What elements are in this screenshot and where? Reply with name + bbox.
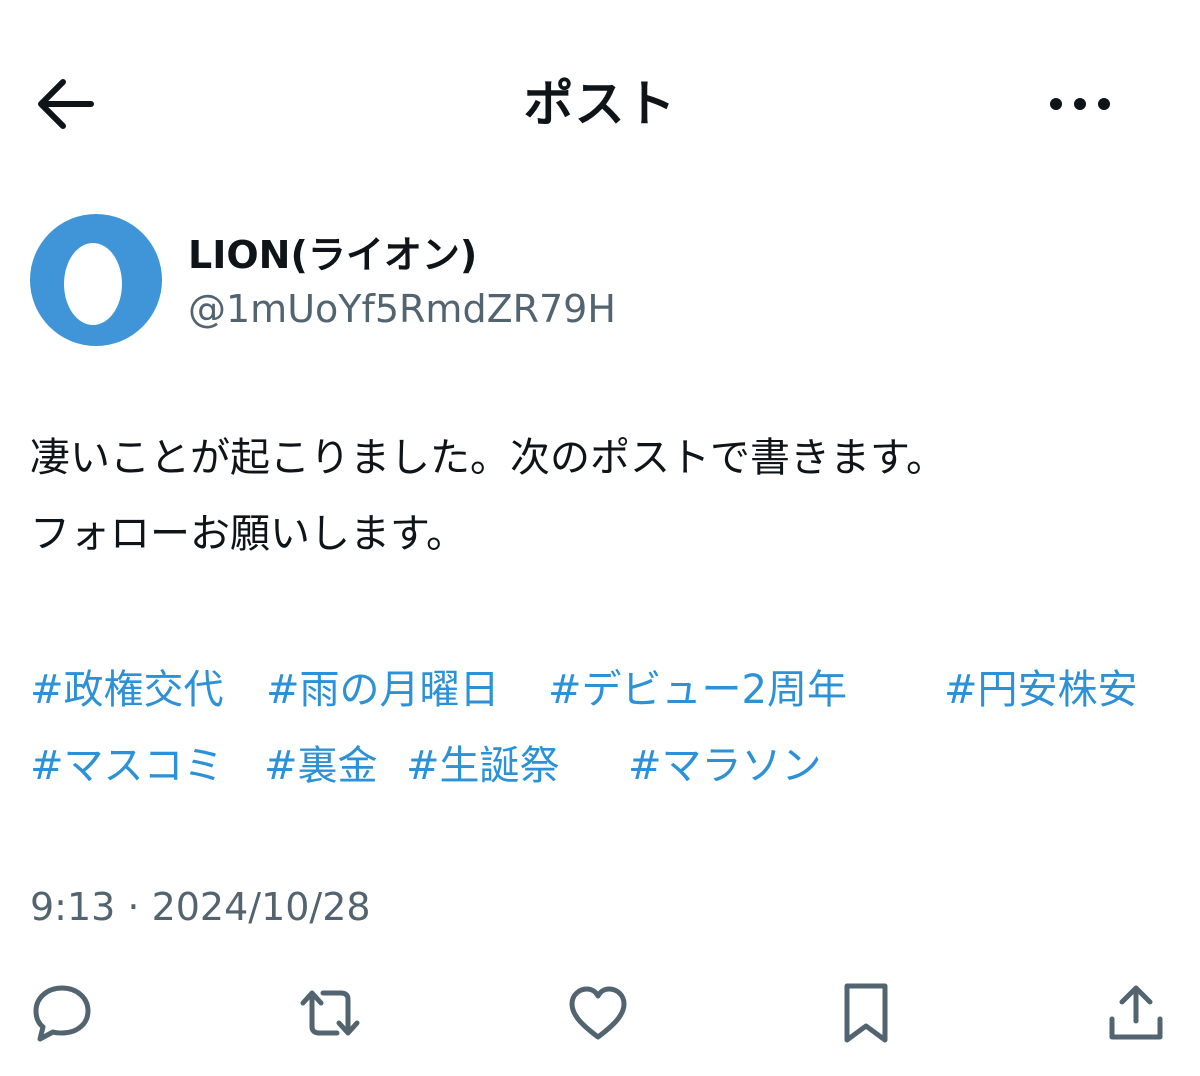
post-text-line: フォローお願いします。 — [30, 511, 466, 557]
author-display-name[interactable]: LION(ライオン) — [188, 230, 477, 280]
hashtag-link[interactable]: #マラソン — [628, 728, 822, 804]
back-button[interactable] — [28, 72, 100, 136]
hashtag-list: #政権交代 #雨の月曜日 #デビュー2周年 #円安株安 #マスコミ #裏金 #生… — [30, 652, 1180, 804]
reply-button[interactable] — [24, 975, 100, 1051]
like-button[interactable] — [560, 975, 636, 1051]
hashtag-link[interactable]: #裏金 — [264, 728, 378, 804]
hashtag-link[interactable]: #生誕祭 — [406, 728, 560, 804]
hashtag-link[interactable]: #マスコミ — [30, 728, 224, 804]
page-title: ポスト — [523, 75, 677, 133]
hashtag-link[interactable]: #雨の月曜日 — [266, 652, 500, 728]
hashtag-link[interactable]: #政権交代 — [30, 652, 224, 728]
hashtag-link[interactable]: #デビュー2周年 — [548, 652, 847, 728]
hashtag-row: #政権交代 #雨の月曜日 #デビュー2周年 #円安株安 — [30, 652, 1180, 728]
egg-avatar-image — [30, 214, 162, 346]
repost-button[interactable] — [292, 975, 368, 1051]
avatar[interactable] — [30, 214, 162, 346]
more-options-button[interactable] — [1040, 78, 1120, 130]
hashtag-link[interactable]: #円安株安 — [944, 652, 1138, 728]
post-body: 凄いことが起こりました。次のポストで書きます。 フォローお願いします。 — [30, 420, 1170, 572]
post-timestamp[interactable]: 9:13 · 2024/10/28 — [30, 882, 371, 932]
repost-icon — [300, 990, 360, 1036]
share-button[interactable] — [1098, 975, 1174, 1051]
arrow-left-icon — [38, 79, 94, 129]
hashtag-row: #マスコミ #裏金 #生誕祭 #マラソン — [30, 728, 1180, 804]
post-text-line: 凄いことが起こりました。次のポストで書きます。 — [30, 435, 946, 481]
bookmark-icon — [844, 983, 888, 1043]
heart-icon — [569, 986, 627, 1040]
author-handle[interactable]: @1mUoYf5RmdZR79H — [188, 284, 616, 334]
reply-icon — [33, 985, 91, 1042]
action-bar — [0, 975, 1200, 1055]
more-horizontal-icon — [1050, 98, 1110, 110]
bookmark-button[interactable] — [828, 975, 904, 1051]
post-header: ポスト — [0, 0, 1200, 210]
share-icon — [1109, 985, 1163, 1040]
